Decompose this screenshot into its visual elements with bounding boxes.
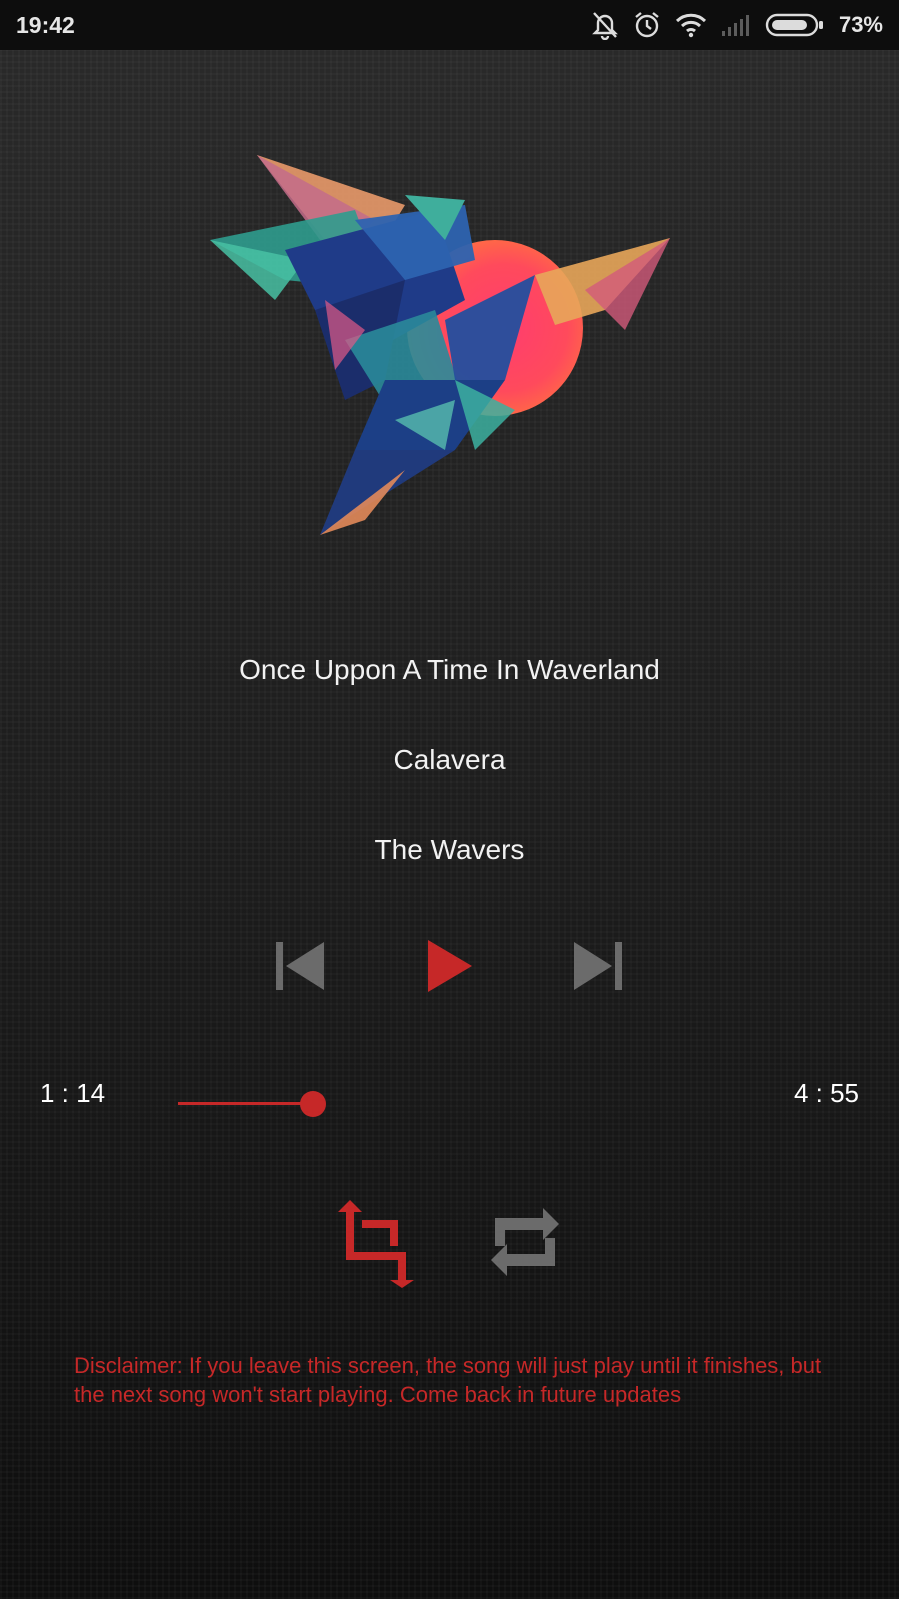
track-artist: The Wavers [374,834,525,865]
music-player-screen: 19:42 73% Once Uppon A Time In Waverland… [0,0,899,1599]
seek-bar[interactable] [178,1091,718,1117]
battery-percent: 73% [838,12,883,37]
status-bar: 19:42 73% [0,0,899,50]
wifi-icon [675,12,707,38]
track-album: Calavera [393,744,506,775]
seek-thumb[interactable] [300,1091,326,1117]
disclaimer-text: Disclaimer: If you leave this screen, th… [74,1353,822,1407]
alarm-icon [633,10,661,40]
total-time: 4 : 55 [793,1078,859,1108]
crop-icon [330,1196,416,1293]
battery-icon [765,12,825,38]
signal-icon [721,13,751,37]
play-icon [424,938,474,999]
album-art [205,150,685,550]
previous-button[interactable] [264,938,334,998]
crop-mode-button[interactable] [328,1196,418,1292]
seek-progress [178,1102,313,1105]
status-icons: 73% [591,10,883,40]
status-time: 19:42 [16,11,75,38]
playback-controls [0,938,899,998]
play-button[interactable] [414,938,484,998]
skip-next-icon [572,940,626,997]
skip-previous-icon [272,940,326,997]
track-title: Once Uppon A Time In Waverland [239,654,660,685]
repeat-button[interactable] [480,1196,570,1292]
current-time: 1 : 14 [40,1078,106,1108]
bell-off-icon [591,10,619,40]
repeat-icon [487,1200,563,1289]
next-button[interactable] [564,938,634,998]
